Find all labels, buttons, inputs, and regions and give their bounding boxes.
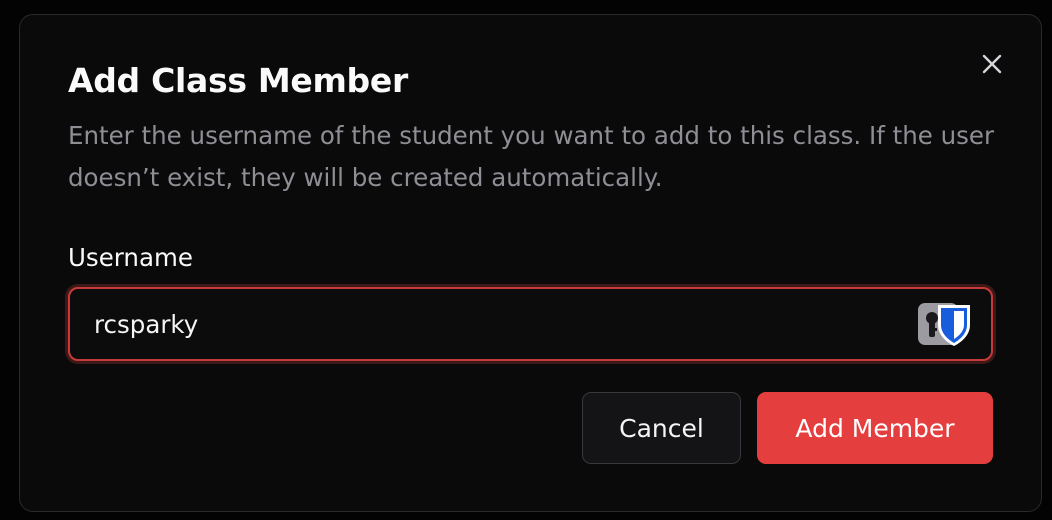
add-class-member-dialog: Add Class Member Enter the username of t…	[19, 14, 1042, 512]
username-field-wrapper	[68, 287, 993, 361]
username-input[interactable]	[70, 289, 991, 359]
close-icon	[982, 54, 1002, 74]
username-label: Username	[68, 243, 193, 272]
cancel-button[interactable]: Cancel	[582, 392, 741, 464]
password-manager-shield-icon[interactable]	[918, 301, 972, 347]
close-button[interactable]	[977, 49, 1007, 79]
dialog-title: Add Class Member	[68, 61, 408, 100]
dialog-description: Enter the username of the student you wa…	[68, 121, 995, 192]
add-member-button[interactable]: Add Member	[757, 392, 993, 464]
